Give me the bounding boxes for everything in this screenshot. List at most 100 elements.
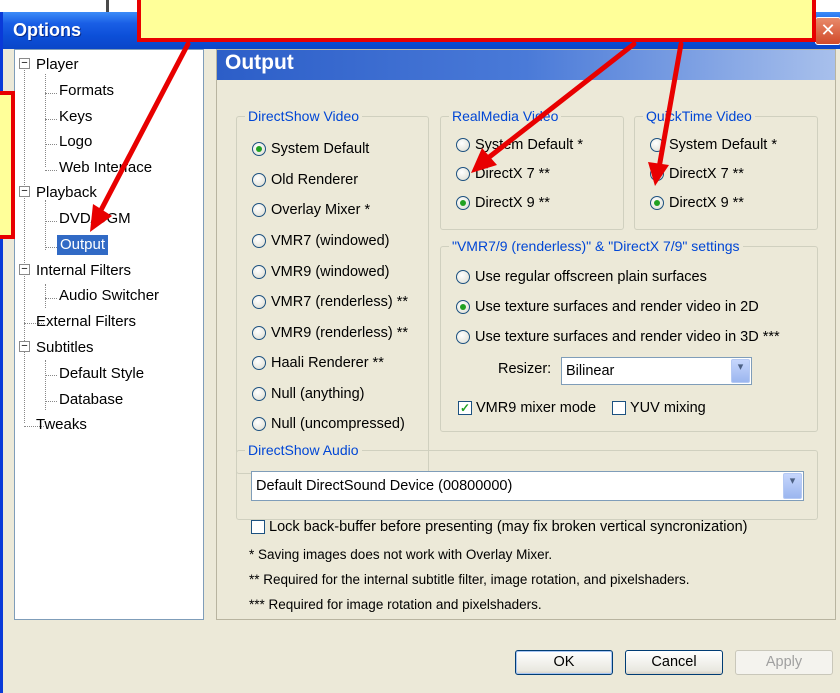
vmr9-mixer-checkbox[interactable]: ✓ VMR9 mixer mode: [458, 400, 596, 416]
radio-icon[interactable]: [252, 417, 266, 431]
radio-qt-directx7[interactable]: DirectX 7 **: [650, 166, 744, 182]
footnote: *** Required for image rotation and pixe…: [249, 597, 542, 612]
tree-item-keys[interactable]: Keys: [59, 107, 92, 127]
resizer-value: Bilinear: [566, 363, 615, 379]
radio-vmr9-renderless[interactable]: VMR9 (renderless) **: [252, 325, 408, 341]
tree-item-internal-filters[interactable]: Internal Filters: [36, 261, 131, 281]
radio-qt-system-default[interactable]: System Default *: [650, 137, 777, 153]
radio-icon[interactable]: [650, 138, 664, 152]
directshow-audio-group: DirectShow Audio Default DirectSound Dev…: [236, 442, 818, 520]
radio-icon[interactable]: [252, 173, 266, 187]
radio-offscreen-surfaces[interactable]: Use regular offscreen plain surfaces: [456, 269, 707, 285]
tree-connector: [45, 144, 57, 145]
radio-null-anything[interactable]: Null (anything): [252, 386, 365, 402]
tree-connector: [45, 119, 57, 120]
tree-item-external-filters[interactable]: External Filters: [36, 312, 136, 332]
radio-qt-directx9[interactable]: DirectX 9 **: [650, 195, 744, 211]
radio-icon[interactable]: [252, 265, 266, 279]
radio-label: System Default *: [475, 137, 583, 153]
radio-vmr7-windowed[interactable]: VMR7 (windowed): [252, 233, 389, 249]
panel-title: Output: [225, 51, 294, 74]
collapse-icon[interactable]: −: [19, 58, 30, 69]
radio-icon[interactable]: [456, 167, 470, 181]
collapse-icon[interactable]: −: [19, 264, 30, 275]
tree-item-formats[interactable]: Formats: [59, 81, 114, 101]
radio-icon[interactable]: [650, 167, 664, 181]
tree-item-playback[interactable]: Playback: [36, 183, 97, 203]
tree-item-default-style[interactable]: Default Style: [59, 364, 144, 384]
radio-icon[interactable]: [456, 138, 470, 152]
radio-label: VMR7 (renderless) **: [271, 294, 408, 310]
tree-connector: [45, 200, 46, 250]
radio-icon[interactable]: [252, 387, 266, 401]
quicktime-video-group: QuickTime Video System Default * DirectX…: [634, 108, 818, 230]
yuv-mixing-checkbox[interactable]: YUV mixing: [612, 400, 706, 416]
radio-vmr7-renderless[interactable]: VMR7 (renderless) **: [252, 294, 408, 310]
radio-rm-system-default[interactable]: System Default *: [456, 137, 583, 153]
radio-icon[interactable]: [456, 330, 470, 344]
tree-connector: [45, 375, 57, 376]
radio-label: Old Renderer: [271, 172, 359, 188]
radio-icon[interactable]: [252, 356, 266, 370]
tree-connector: [45, 74, 46, 167]
ok-button[interactable]: OK: [515, 650, 613, 675]
checkbox-icon[interactable]: [612, 401, 626, 415]
directshow-video-group: DirectShow Video System Default Old Rend…: [236, 108, 429, 474]
apply-button[interactable]: Apply: [735, 650, 833, 675]
radio-icon[interactable]: [252, 295, 266, 309]
output-panel: Output DirectShow Video System Default O…: [216, 49, 836, 620]
footnote: ** Required for the internal subtitle fi…: [249, 572, 690, 587]
tree-connector: [45, 170, 57, 171]
radio-icon[interactable]: [456, 196, 470, 210]
tree-item-audio-switcher[interactable]: Audio Switcher: [59, 286, 159, 306]
radio-label: VMR9 (windowed): [271, 264, 390, 280]
radio-label: Overlay Mixer *: [271, 202, 371, 218]
tree-item-tweaks[interactable]: Tweaks: [36, 415, 87, 435]
radio-label: System Default: [271, 141, 370, 157]
radio-icon[interactable]: [252, 142, 266, 156]
radio-label: Null (uncompressed): [271, 416, 405, 432]
checkbox-icon[interactable]: ✓: [458, 401, 472, 415]
tree-item-player[interactable]: Player: [36, 55, 79, 75]
radio-rm-directx7[interactable]: DirectX 7 **: [456, 166, 550, 182]
radio-texture-2d[interactable]: Use texture surfaces and render video in…: [456, 299, 759, 315]
radio-texture-3d[interactable]: Use texture surfaces and render video in…: [456, 329, 780, 345]
options-tree[interactable]: − Player Formats Keys Logo Web Interface…: [14, 49, 204, 620]
checkbox-icon[interactable]: [251, 520, 265, 534]
tree-item-database[interactable]: Database: [59, 390, 123, 410]
resizer-select[interactable]: Bilinear ▾: [561, 357, 752, 385]
tree-item-subtitles[interactable]: Subtitles: [36, 338, 94, 358]
radio-label: System Default *: [669, 137, 777, 153]
radio-icon[interactable]: [252, 203, 266, 217]
collapse-icon[interactable]: −: [19, 341, 30, 352]
tree-item-dvd-ogm[interactable]: DVD/OGM: [59, 209, 131, 229]
close-button[interactable]: ✕: [815, 17, 840, 45]
tree-item-output[interactable]: Output: [57, 235, 109, 255]
radio-label: Haali Renderer **: [271, 355, 384, 371]
radio-icon[interactable]: [456, 300, 470, 314]
radio-vmr9-windowed[interactable]: VMR9 (windowed): [252, 264, 389, 280]
radio-label: DirectX 9 **: [669, 195, 744, 211]
radio-icon[interactable]: [252, 326, 266, 340]
radio-system-default[interactable]: System Default: [252, 141, 369, 157]
tree-item-logo[interactable]: Logo: [59, 132, 92, 152]
chevron-down-icon[interactable]: ▾: [783, 473, 802, 499]
radio-overlay-mixer[interactable]: Overlay Mixer *: [252, 202, 370, 218]
radio-haali-renderer[interactable]: Haali Renderer **: [252, 355, 384, 371]
audio-device-select[interactable]: Default DirectSound Device (00800000) ▾: [251, 471, 804, 501]
collapse-icon[interactable]: −: [19, 186, 30, 197]
group-title: "VMR7/9 (renderless)" & "DirectX 7/9" se…: [449, 238, 743, 254]
realmedia-video-group: RealMedia Video System Default * DirectX…: [440, 108, 624, 230]
chevron-down-icon[interactable]: ▾: [731, 359, 750, 383]
radio-old-renderer[interactable]: Old Renderer: [252, 172, 358, 188]
radio-icon[interactable]: [650, 196, 664, 210]
cancel-button[interactable]: Cancel: [625, 650, 723, 675]
lock-backbuffer-checkbox[interactable]: Lock back-buffer before presenting (may …: [251, 519, 747, 535]
radio-rm-directx9[interactable]: DirectX 9 **: [456, 195, 550, 211]
radio-label: VMR9 (renderless) **: [271, 325, 408, 341]
radio-icon[interactable]: [252, 234, 266, 248]
checkbox-label: YUV mixing: [630, 400, 706, 416]
radio-null-uncompressed[interactable]: Null (uncompressed): [252, 416, 405, 432]
tree-item-web-interface[interactable]: Web Interface: [59, 158, 152, 178]
radio-icon[interactable]: [456, 270, 470, 284]
